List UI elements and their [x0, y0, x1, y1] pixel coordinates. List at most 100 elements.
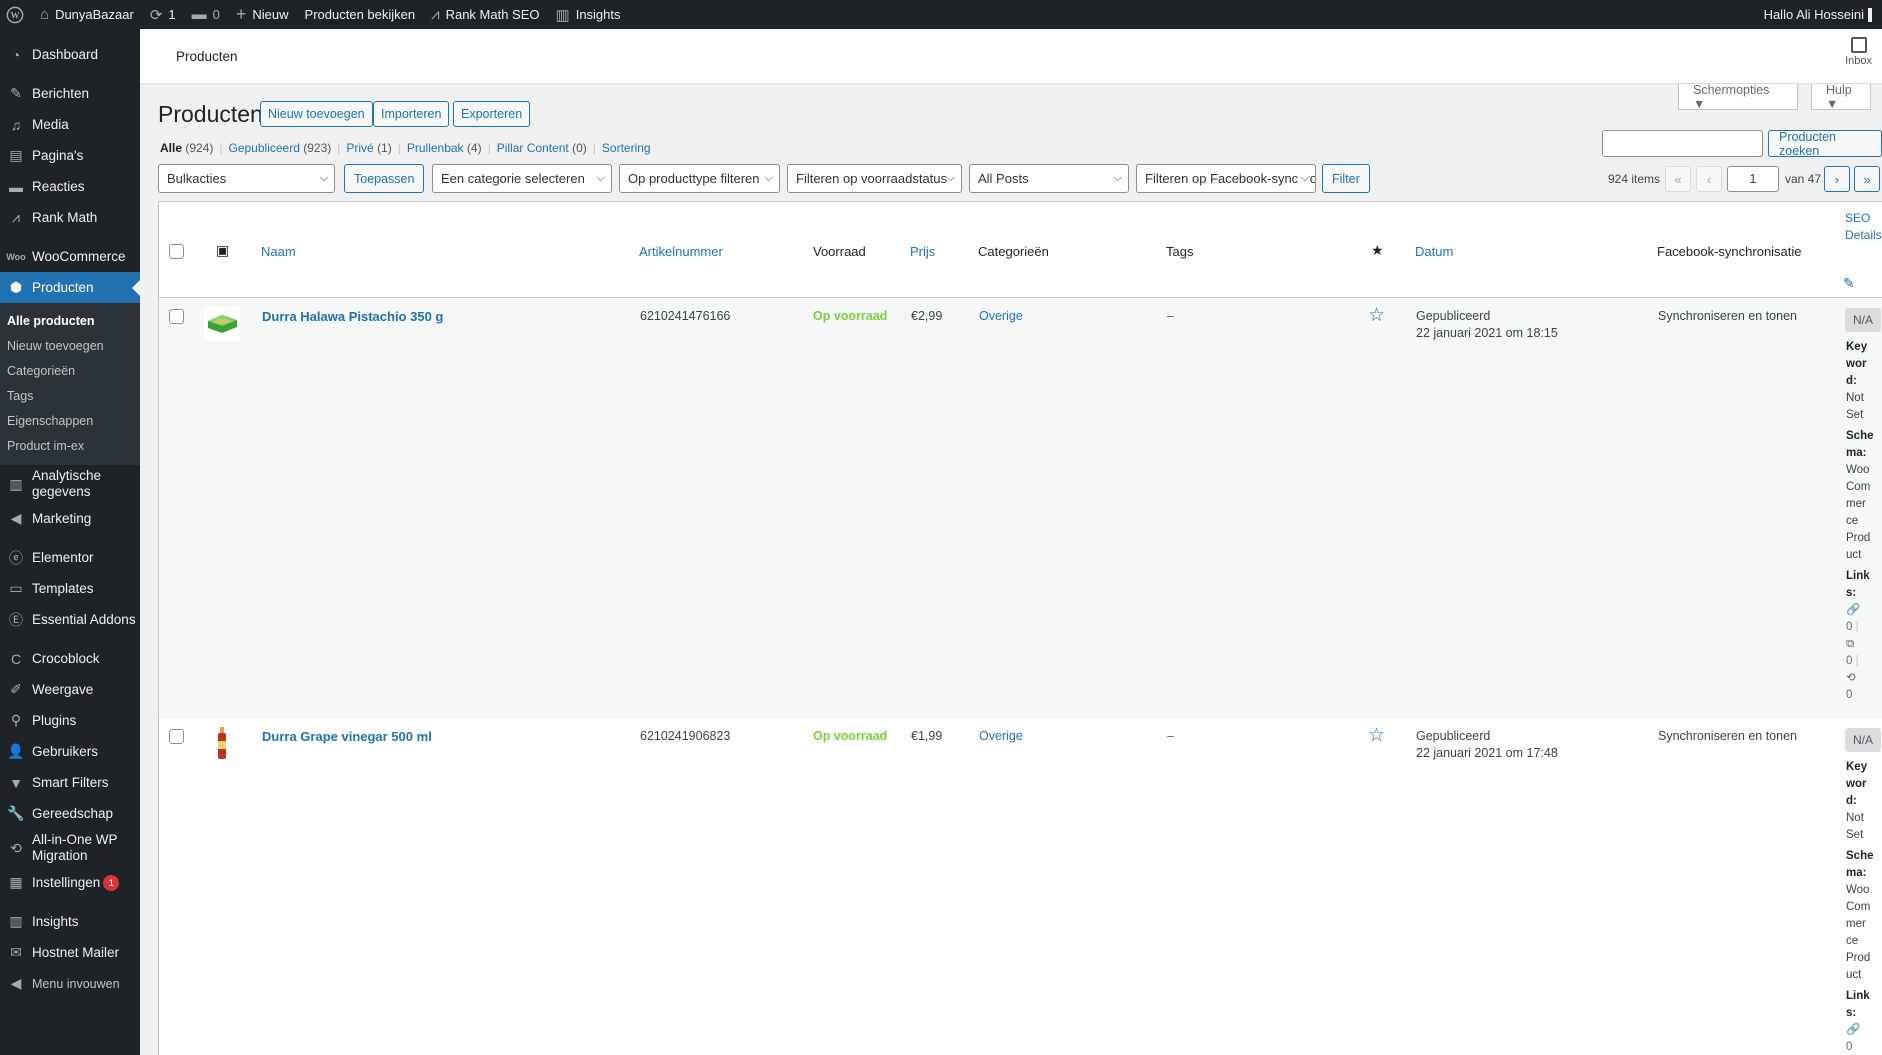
column-price[interactable]: Prijs	[910, 244, 935, 259]
table-header: ▣ Naam Artikelnummer Voorraad Prijs Cate…	[159, 202, 1882, 298]
menu-insights[interactable]: ▥ Insights	[0, 906, 140, 937]
updates-link[interactable]: ⟳ 1	[142, 0, 184, 29]
edit-pencil-icon[interactable]: ✎	[1843, 275, 1855, 292]
menu-crocoblock[interactable]: C Crocoblock	[0, 643, 140, 674]
folder-icon: ▭	[9, 580, 23, 596]
menu-rank-math[interactable]: ⩘ Rank Math	[0, 202, 140, 233]
menu-weergave[interactable]: ✐ Weergave	[0, 674, 140, 705]
select-all-checkbox[interactable]	[169, 244, 184, 259]
column-date[interactable]: Datum	[1415, 244, 1453, 259]
menu-reacties[interactable]: ▬ Reacties	[0, 171, 140, 202]
submenu-eigenschappen[interactable]: Eigenschappen	[0, 409, 140, 434]
column-name[interactable]: Naam	[261, 244, 296, 259]
rank-math-link[interactable]: ⩘ Rank Math SEO	[423, 0, 547, 29]
submenu-categorieen[interactable]: Categorieën	[0, 359, 140, 384]
featured-star-icon[interactable]: ☆	[1368, 724, 1385, 747]
search-products-button[interactable]: Producten zoeken	[1768, 130, 1882, 158]
user-icon: 👤	[7, 743, 25, 759]
submenu-product-im-ex[interactable]: Product im-ex	[0, 434, 140, 459]
view-sorting[interactable]: Sortering	[602, 141, 651, 155]
view-private[interactable]: Privé (1)	[346, 141, 391, 155]
chevron-down-icon: ⌵	[1298, 172, 1309, 185]
box-icon: ⬢	[9, 279, 23, 295]
view-pillar-content[interactable]: Pillar Content (0)	[497, 141, 587, 155]
menu-marketing[interactable]: ◀ Marketing	[0, 503, 140, 534]
column-seo-details[interactable]: Details	[1845, 228, 1882, 242]
column-sku[interactable]: Artikelnummer	[639, 244, 723, 259]
menu-producten[interactable]: ⬢ Producten	[0, 272, 140, 303]
menu-smart-filters[interactable]: ▼ Smart Filters	[0, 767, 140, 798]
prev-page-button[interactable]: ‹	[1696, 166, 1722, 192]
menu-hostnet-mailer[interactable]: ✉ Hostnet Mailer	[0, 937, 140, 968]
product-thumbnail[interactable]	[204, 307, 240, 341]
items-count: 924 items	[1608, 172, 1661, 186]
menu-woocommerce[interactable]: Woo WooCommerce	[0, 241, 140, 272]
product-category-link[interactable]: Overige	[979, 729, 1023, 743]
first-page-button[interactable]: «	[1665, 166, 1691, 192]
product-sku: 6210241476166	[640, 309, 731, 323]
product-name-link[interactable]: Durra Grape vinegar 500 ml	[262, 729, 432, 744]
product-thumbnail[interactable]	[204, 725, 240, 761]
category-select[interactable]: Een categorie selecteren ⌵	[432, 164, 612, 193]
internal-link-icon: 🔗	[1846, 1024, 1861, 1036]
last-page-button[interactable]: »	[1854, 166, 1880, 192]
chevron-down-icon: ⌵	[1113, 172, 1122, 184]
facebook-sync-select[interactable]: Filteren op Facebook-synchronisatie⌵	[1136, 164, 1316, 193]
pin-icon: ✎	[10, 85, 22, 101]
menu-all-in-one-wp-migration[interactable]: ⟲ All-in-One WP Migration	[0, 829, 140, 867]
filter-button[interactable]: Filter	[1322, 164, 1370, 193]
row-checkbox[interactable]	[169, 729, 184, 744]
product-category-link[interactable]: Overige	[979, 309, 1023, 323]
submenu-alle-producten[interactable]: Alle producten	[0, 309, 140, 334]
search-input[interactable]	[1602, 130, 1763, 157]
screen-options-button[interactable]: Schermopties ▼	[1678, 83, 1798, 111]
status-views: Alle (924) | Gepubliceerd (923) | Privé (1) |…	[160, 141, 651, 155]
view-products-link[interactable]: Producten bekijken	[297, 0, 424, 29]
product-type-select[interactable]: Op producttype filteren ⌵	[619, 164, 780, 193]
stock-status-select[interactable]: Filteren op voorraadstatus ⌵	[787, 164, 962, 193]
view-published[interactable]: Gepubliceerd (923)	[229, 141, 332, 155]
next-page-button[interactable]: ›	[1824, 166, 1850, 192]
wp-logo-icon[interactable]: W	[0, 0, 32, 29]
menu-instellingen[interactable]: ▦ Instellingen 1	[0, 867, 140, 898]
site-name-link[interactable]: ⌂ DunyaBazaar	[32, 0, 142, 29]
menu-analytische-gegevens[interactable]: ▥ Analytische gegevens	[0, 465, 140, 503]
posts-select[interactable]: All Posts ⌵	[969, 164, 1129, 193]
menu-collapse[interactable]: ◀ Menu invouwen	[0, 968, 140, 999]
thumbnail-column-icon: ▣	[216, 242, 230, 258]
menu-gereedschap[interactable]: 🔧 Gereedschap	[0, 798, 140, 829]
new-content-link[interactable]: + Nieuw	[228, 0, 297, 29]
view-trash[interactable]: Prullenbak (4)	[407, 141, 482, 155]
submenu-tags[interactable]: Tags	[0, 384, 140, 409]
menu-plugins[interactable]: ⚲ Plugins	[0, 705, 140, 736]
menu-gebruikers[interactable]: 👤 Gebruikers	[0, 736, 140, 767]
view-all[interactable]: Alle (924)	[160, 141, 213, 155]
incoming-link-icon: ⟲	[1846, 672, 1856, 684]
insights-link[interactable]: ▥ Insights	[548, 0, 629, 29]
apply-button[interactable]: Toepassen	[344, 164, 425, 193]
user-greeting[interactable]: Hallo Ali Hosseini	[1756, 0, 1882, 29]
current-page-input[interactable]: 1	[1727, 166, 1779, 192]
menu-essential-addons[interactable]: Ⓔ Essential Addons	[0, 604, 140, 635]
menu-templates[interactable]: ▭ Templates	[0, 573, 140, 604]
insights-icon: ▥	[9, 913, 23, 929]
menu-elementor[interactable]: ⓔ Elementor	[0, 542, 140, 573]
add-new-button[interactable]: Nieuw toevoegen	[260, 101, 373, 127]
menu-paginas[interactable]: ▤ Pagina's	[0, 140, 140, 171]
header-title: Producten	[176, 49, 238, 64]
row-checkbox[interactable]	[169, 309, 184, 324]
help-button[interactable]: Hulp ▼	[1811, 83, 1871, 111]
menu-berichten[interactable]: ✎ Berichten	[0, 78, 140, 109]
featured-star-icon[interactable]: ☆	[1368, 304, 1385, 327]
featured-star-icon[interactable]: ★	[1371, 242, 1384, 259]
inbox-button[interactable]: Inbox	[1845, 37, 1872, 67]
submenu-nieuw-toevoegen[interactable]: Nieuw toevoegen	[0, 334, 140, 359]
comments-link[interactable]: ▬ 0	[184, 0, 228, 29]
menu-media[interactable]: ♫ Media	[0, 109, 140, 140]
stock-status: Op voorraad	[813, 729, 888, 743]
import-button[interactable]: Importeren	[373, 101, 450, 127]
export-button[interactable]: Exporteren	[453, 101, 531, 127]
bulk-actions-select[interactable]: Bulkacties ⌵	[158, 164, 335, 193]
menu-dashboard[interactable]: ◔ Dashboard	[0, 39, 140, 70]
product-name-link[interactable]: Durra Halawa Pistachio 350 g	[262, 309, 443, 324]
